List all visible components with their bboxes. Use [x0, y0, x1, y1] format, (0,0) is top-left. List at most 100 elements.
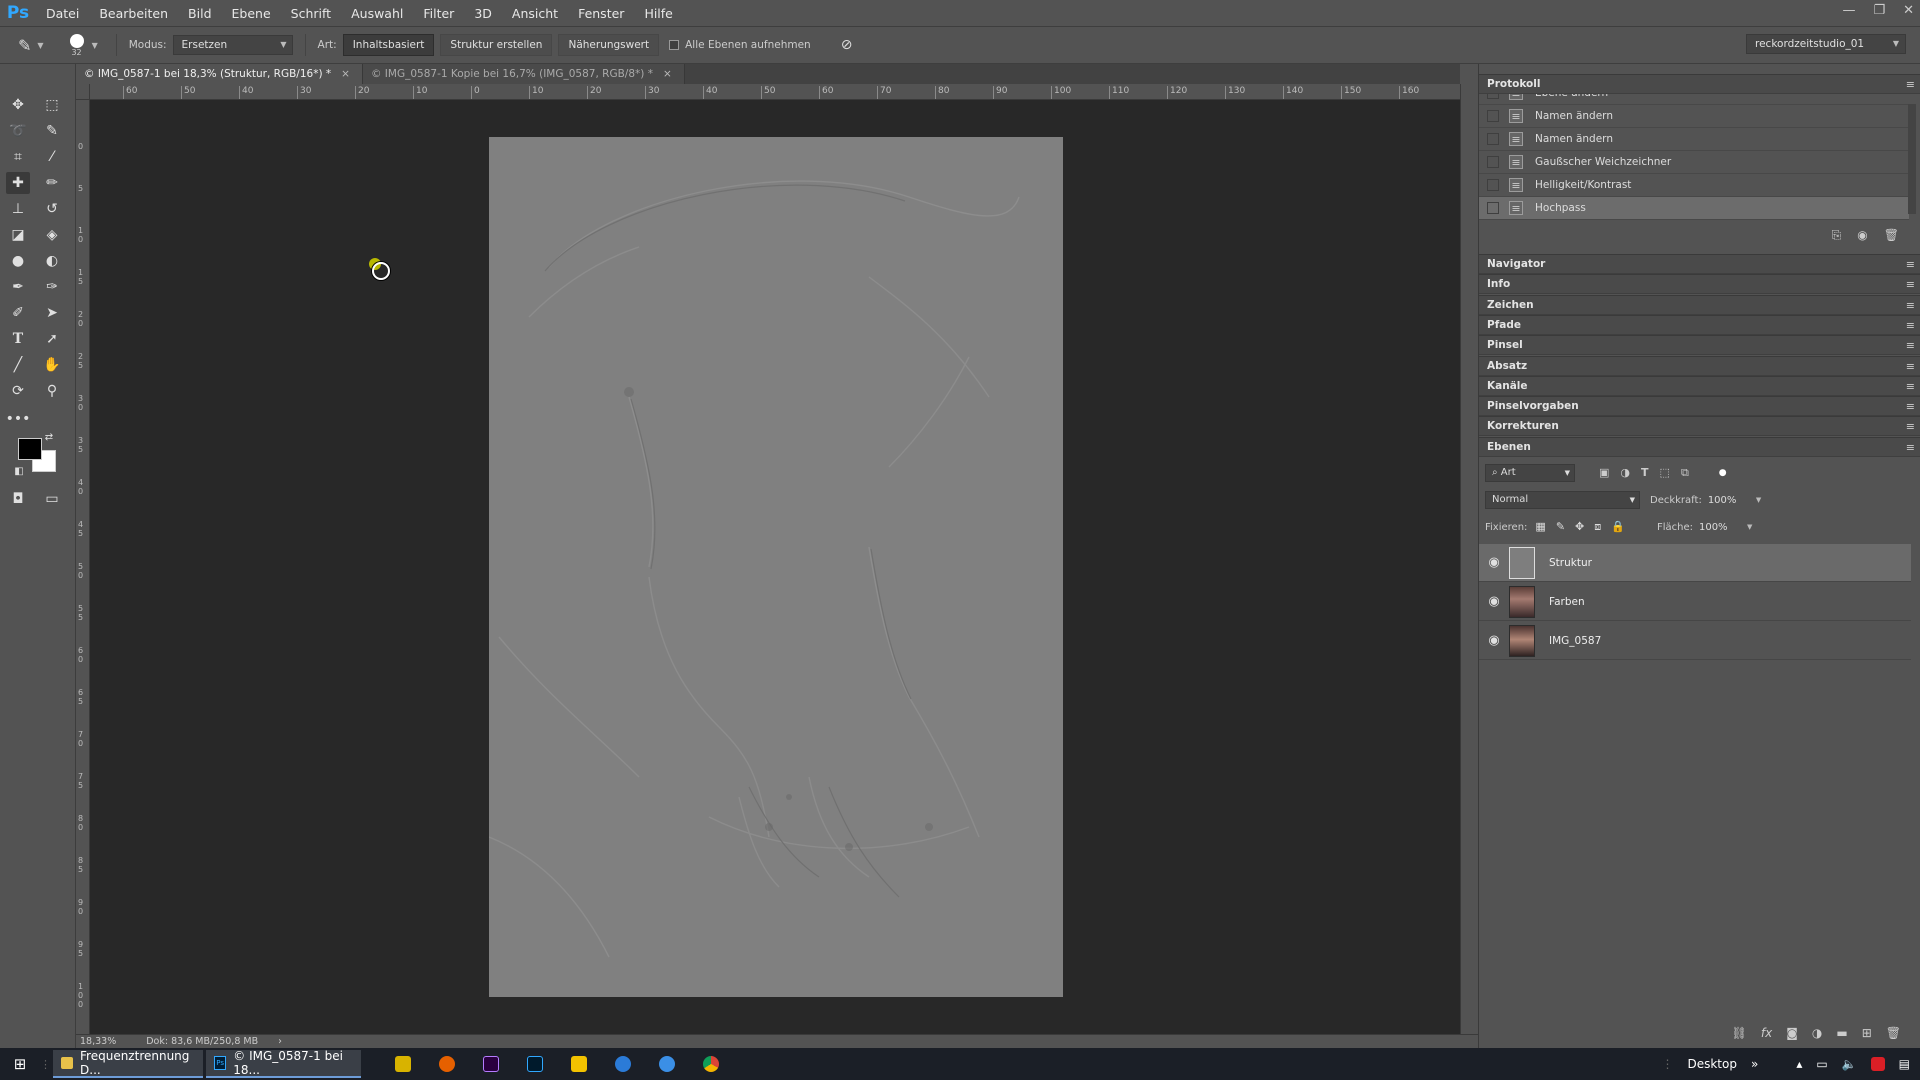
taskbar-item-folder[interactable]: Frequenztrennung D... [53, 1049, 203, 1078]
history-brush-tool-icon[interactable]: ↺ [40, 198, 64, 220]
battery-icon[interactable]: ▭ [1816, 1057, 1827, 1071]
panel-menu-icon[interactable]: ≡ [1906, 377, 1915, 396]
menu-bearbeiten[interactable]: Bearbeiten [89, 6, 178, 21]
line-tool-icon[interactable]: ╱ [6, 354, 30, 376]
freeform-pen-tool-icon[interactable]: ✑ [40, 276, 64, 298]
type-layer-filter-icon[interactable]: T [1641, 466, 1649, 480]
healing-brush-tool-icon[interactable]: ✎ [18, 36, 31, 55]
opacity-value[interactable]: 100% [1708, 495, 1756, 506]
content-aware-button[interactable]: Inhaltsbasiert [342, 34, 435, 56]
screen-mode-icon[interactable]: ▭ [40, 488, 64, 510]
menu-hilfe[interactable]: Hilfe [634, 6, 682, 21]
menu-ansicht[interactable]: Ansicht [502, 6, 568, 21]
volume-icon[interactable]: 🔈 [1842, 1057, 1857, 1071]
history-state[interactable]: ≡ Gaußscher Weichzeichner [1479, 151, 1909, 174]
new-layer-icon[interactable]: ⊞ [1862, 1026, 1872, 1040]
pixel-layer-filter-icon[interactable]: ▣ [1599, 466, 1609, 480]
panel-header-zeichen[interactable]: Zeichen ≡ [1479, 294, 1920, 315]
layer-name[interactable]: Struktur [1549, 557, 1592, 569]
panel-header-absatz[interactable]: Absatz ≡ [1479, 355, 1920, 376]
layer-row[interactable]: ◉ Struktur [1479, 544, 1911, 582]
layer-kind-filter[interactable]: ⌕ Art ▼ [1485, 464, 1575, 482]
document-canvas[interactable] [489, 137, 1063, 997]
quick-mask-icon[interactable]: ◘ [6, 488, 30, 510]
direct-selection-tool-icon[interactable]: ➚ [40, 328, 64, 350]
close-icon[interactable]: ✕ [1903, 3, 1914, 18]
visibility-eye-icon[interactable]: ◉ [1479, 633, 1509, 648]
history-brush-source-box[interactable] [1487, 110, 1499, 122]
safari-icon[interactable] [659, 1056, 675, 1072]
pen-tool-icon[interactable]: ✒ [6, 276, 30, 298]
history-brush-source-box[interactable] [1487, 94, 1499, 99]
panel-header-pfade[interactable]: Pfade ≡ [1479, 314, 1920, 335]
trash-icon[interactable]: 🗑 [1884, 228, 1899, 242]
eraser-tool-icon[interactable]: ◪ [6, 224, 30, 246]
chrome-icon[interactable] [703, 1056, 719, 1072]
files-icon[interactable] [571, 1056, 587, 1072]
menu-ebene[interactable]: Ebene [222, 6, 281, 21]
panel-header-navigator[interactable]: Navigator ≡ [1479, 254, 1920, 274]
panel-menu-icon[interactable]: ≡ [1906, 417, 1915, 436]
vertical-scrollbar[interactable] [1460, 84, 1478, 1034]
rotate-view-tool-icon[interactable]: ⟳ [6, 380, 30, 402]
minimize-icon[interactable]: — [1842, 3, 1855, 18]
adobe-cloud-icon[interactable] [1870, 1057, 1885, 1071]
firefox-icon[interactable] [439, 1056, 455, 1072]
paint-bucket-tool-icon[interactable]: ◈ [40, 224, 64, 246]
panel-header-pinsel[interactable]: Pinsel ≡ [1479, 335, 1920, 356]
panel-header-korrekturen[interactable]: Korrekturen ≡ [1479, 416, 1920, 437]
chevron-down-icon[interactable]: ▼ [1747, 523, 1752, 531]
lock-all-icon[interactable]: 🔒 [1611, 520, 1625, 534]
panel-menu-icon[interactable]: ≡ [1906, 75, 1915, 94]
move-tool-icon[interactable]: ✥ [6, 94, 30, 116]
sample-all-layers-checkbox[interactable] [669, 40, 680, 50]
default-colors-icon[interactable]: ◧ [12, 464, 26, 478]
menu-bild[interactable]: Bild [178, 6, 221, 21]
marquee-tool-icon[interactable]: ⬚ [40, 94, 64, 116]
visibility-eye-icon[interactable]: ◉ [1479, 555, 1509, 570]
layer-row[interactable]: ◉ Farben [1479, 583, 1911, 621]
layer-row[interactable]: ◉ IMG_0587 [1479, 622, 1911, 660]
healing-brush-tool-icon[interactable]: ✚ [6, 172, 30, 194]
history-brush-source-box[interactable] [1487, 202, 1499, 214]
filter-toggle-icon[interactable]: ● [1719, 468, 1727, 478]
lock-pixels-icon[interactable]: ✎ [1556, 520, 1565, 534]
proximity-match-button[interactable]: Näherungswert [558, 34, 660, 56]
eyedropper-tool-icon[interactable]: ⁄ [40, 146, 64, 168]
history-state[interactable]: ≡ Helligkeit/Kontrast [1479, 174, 1909, 197]
adjustment-layer-filter-icon[interactable]: ◑ [1620, 466, 1630, 480]
panel-header-pinselvorgaben[interactable]: Pinselvorgaben ≡ [1479, 396, 1920, 417]
blend-mode-select[interactable]: Normal ▼ [1485, 491, 1640, 509]
type-tool-icon[interactable]: T [6, 328, 30, 350]
trash-icon[interactable]: 🗑 [1886, 1026, 1901, 1040]
menu-schrift[interactable]: Schrift [281, 6, 341, 21]
smart-object-filter-icon[interactable]: ⧉ [1681, 466, 1689, 480]
menu-fenster[interactable]: Fenster [568, 6, 634, 21]
network-icon[interactable]: ▤ [1899, 1057, 1910, 1071]
history-state[interactable]: ≡ Namen ändern [1479, 128, 1909, 151]
close-tab-icon[interactable]: × [663, 68, 672, 80]
fill-value[interactable]: 100% [1699, 522, 1747, 533]
layers-panel-header[interactable]: Ebenen ≡ [1479, 437, 1920, 457]
new-document-from-state-icon[interactable]: ⎘ [1832, 228, 1842, 243]
history-state[interactable]: ≡ Hochpass [1479, 197, 1909, 220]
brush-tool-icon[interactable]: ✏ [40, 172, 64, 194]
tool-preset-dropdown-icon[interactable]: ▼ [37, 41, 43, 50]
create-texture-button[interactable]: Struktur erstellen [440, 34, 553, 56]
panel-menu-icon[interactable]: ≡ [1906, 255, 1915, 274]
hand-tool-icon[interactable]: ✋ [40, 354, 64, 376]
chevron-down-icon[interactable]: ▼ [1756, 496, 1761, 504]
menu-auswahl[interactable]: Auswahl [341, 6, 413, 21]
quick-selection-tool-icon[interactable]: ✎ [40, 120, 64, 142]
ruler-origin[interactable] [76, 84, 90, 100]
panel-menu-icon[interactable]: ≡ [1906, 296, 1915, 315]
close-tab-icon[interactable]: × [341, 68, 350, 80]
more-tools-icon[interactable]: ••• [6, 408, 31, 430]
foreground-color-swatch[interactable] [18, 438, 42, 460]
layer-name[interactable]: Farben [1549, 596, 1585, 608]
history-brush-source-box[interactable] [1487, 179, 1499, 191]
history-brush-source-box[interactable] [1487, 133, 1499, 145]
document-tab[interactable]: © IMG_0587-1 Kopie bei 16,7% (IMG_0587, … [362, 64, 685, 84]
desktop-toolbar[interactable]: Desktop [1687, 1057, 1737, 1071]
fx-icon[interactable]: fx [1761, 1026, 1772, 1040]
